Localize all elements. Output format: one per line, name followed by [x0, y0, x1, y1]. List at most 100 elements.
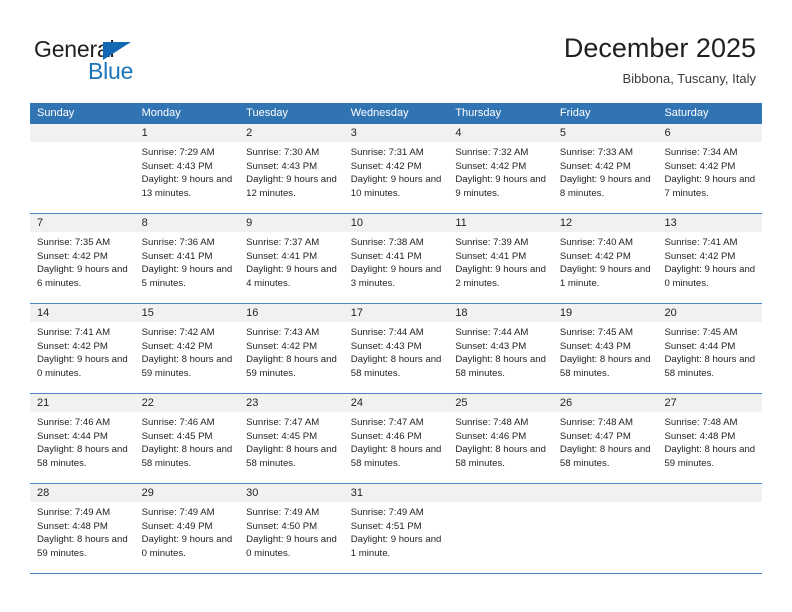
day-info: Sunrise: 7:48 AM Sunset: 4:46 PM Daylight:… [448, 412, 553, 470]
daylight-text: Daylight: 9 hours and 13 minutes. [141, 174, 233, 199]
day-info: Sunrise: 7:32 AM Sunset: 4:42 PM Daylight:… [448, 142, 553, 200]
day-cell[interactable]: 12 Sunrise: 7:40 AM Sunset: 4:42 PM Dayligh… [552, 214, 658, 303]
day-number: 4 [448, 124, 553, 142]
day-info: Sunrise: 7:47 AM Sunset: 4:45 PM Daylight:… [239, 412, 344, 470]
daylight-text: Daylight: 9 hours and 0 minutes. [246, 534, 337, 559]
day-number [448, 484, 553, 502]
sunrise-text: Sunrise: 7:43 AM [246, 327, 320, 338]
day-cell[interactable]: 13 Sunrise: 7:41 AM Sunset: 4:42 PM Dayligh… [657, 214, 763, 303]
page-header: General Blue December 2025 Bibbona, Tusc… [0, 0, 792, 100]
day-cell[interactable]: 15 Sunrise: 7:42 AM Sunset: 4:42 PM Dayligh… [134, 304, 240, 393]
daylight-text: Daylight: 9 hours and 5 minutes. [141, 264, 233, 289]
day-cell[interactable]: 22 Sunrise: 7:46 AM Sunset: 4:45 PM Dayligh… [134, 394, 240, 483]
sunrise-text: Sunrise: 7:36 AM [141, 237, 215, 248]
day-cell[interactable]: 29 Sunrise: 7:49 AM Sunset: 4:49 PM Dayligh… [134, 484, 240, 573]
daylight-text: Daylight: 8 hours and 59 minutes. [37, 534, 128, 559]
day-cell[interactable]: 28 Sunrise: 7:49 AM Sunset: 4:48 PM Dayligh… [30, 484, 135, 573]
daylight-text: Daylight: 9 hours and 0 minutes. [37, 354, 128, 379]
day-cell[interactable]: 5 Sunrise: 7:33 AM Sunset: 4:42 PM Daylight… [552, 124, 658, 213]
day-cell[interactable]: 9 Sunrise: 7:37 AM Sunset: 4:41 PM Daylight… [239, 214, 344, 303]
daylight-text: Daylight: 9 hours and 2 minutes. [455, 264, 546, 289]
weekday-header-saturday: Saturday [664, 107, 709, 119]
general-blue-logo[interactable]: General Blue [34, 36, 264, 90]
day-info: Sunrise: 7:49 AM Sunset: 4:49 PM Daylight:… [135, 502, 240, 560]
day-cell[interactable]: 26 Sunrise: 7:48 AM Sunset: 4:47 PM Dayligh… [552, 394, 658, 483]
day-info: Sunrise: 7:39 AM Sunset: 4:41 PM Daylight:… [448, 232, 553, 290]
day-cell[interactable]: 17 Sunrise: 7:44 AM Sunset: 4:43 PM Dayligh… [343, 304, 449, 393]
title-block: December 2025 Bibbona, Tuscany, Italy [564, 32, 756, 87]
day-cell[interactable]: 8 Sunrise: 7:36 AM Sunset: 4:41 PM Daylight… [134, 214, 240, 303]
day-cell[interactable]: 30 Sunrise: 7:49 AM Sunset: 4:50 PM Dayligh… [239, 484, 344, 573]
sunrise-text: Sunrise: 7:46 AM [141, 417, 215, 428]
weekday-header-tuesday: Tuesday [246, 107, 288, 119]
day-number: 1 [134, 124, 240, 142]
day-cell[interactable]: 24 Sunrise: 7:47 AM Sunset: 4:46 PM Dayligh… [343, 394, 449, 483]
day-info: Sunrise: 7:45 AM Sunset: 4:43 PM Daylight:… [553, 322, 658, 380]
sunset-text: Sunset: 4:51 PM [350, 520, 422, 532]
day-info: Sunrise: 7:33 AM Sunset: 4:42 PM Daylight:… [553, 142, 658, 200]
day-number: 19 [552, 304, 658, 322]
day-info: Sunrise: 7:44 AM Sunset: 4:43 PM Daylight:… [448, 322, 553, 380]
daylight-text: Daylight: 9 hours and 1 minute. [559, 264, 651, 289]
day-cell[interactable]: 16 Sunrise: 7:43 AM Sunset: 4:42 PM Dayligh… [239, 304, 344, 393]
sunrise-text: Sunrise: 7:29 AM [141, 147, 215, 158]
page-subtitle: Bibbona, Tuscany, Italy [622, 71, 756, 86]
daylight-text: Daylight: 9 hours and 6 minutes. [37, 264, 128, 289]
calendar-page: General Blue December 2025 Bibbona, Tusc… [0, 0, 792, 612]
day-number: 6 [657, 124, 763, 142]
day-number: 7 [30, 214, 135, 232]
sunrise-text: Sunrise: 7:38 AM [350, 237, 424, 248]
day-cell[interactable]: 3 Sunrise: 7:31 AM Sunset: 4:42 PM Daylight… [343, 124, 449, 213]
day-cell[interactable]: 31 Sunrise: 7:49 AM Sunset: 4:51 PM Dayligh… [343, 484, 449, 573]
logo-text-blue: Blue [88, 58, 134, 84]
sunset-text: Sunset: 4:42 PM [559, 250, 631, 262]
day-cell[interactable]: 23 Sunrise: 7:47 AM Sunset: 4:45 PM Dayligh… [239, 394, 344, 483]
sunset-text: Sunset: 4:46 PM [350, 430, 422, 442]
day-number: 12 [552, 214, 658, 232]
day-cell[interactable]: 19 Sunrise: 7:45 AM Sunset: 4:43 PM Dayligh… [552, 304, 658, 393]
sunset-text: Sunset: 4:42 PM [37, 340, 108, 352]
day-cell[interactable]: 2 Sunrise: 7:30 AM Sunset: 4:43 PM Daylight… [239, 124, 344, 213]
day-cell[interactable]: 20 Sunrise: 7:45 AM Sunset: 4:44 PM Dayligh… [657, 304, 763, 393]
day-cell[interactable]: 11 Sunrise: 7:39 AM Sunset: 4:41 PM Dayligh… [448, 214, 553, 303]
daylight-text: Daylight: 9 hours and 12 minutes. [246, 174, 337, 199]
day-info: Sunrise: 7:37 AM Sunset: 4:41 PM Daylight:… [239, 232, 344, 290]
day-number: 3 [343, 124, 449, 142]
day-cell[interactable]: 1 Sunrise: 7:29 AM Sunset: 4:43 PM Daylight… [134, 124, 240, 213]
day-cell[interactable]: 27 Sunrise: 7:48 AM Sunset: 4:48 PM Dayligh… [657, 394, 763, 483]
day-cell[interactable]: 18 Sunrise: 7:44 AM Sunset: 4:43 PM Dayligh… [448, 304, 553, 393]
daylight-text: Daylight: 8 hours and 58 minutes. [350, 354, 442, 379]
day-cell[interactable]: 10 Sunrise: 7:38 AM Sunset: 4:41 PM Dayligh… [343, 214, 449, 303]
sunrise-text: Sunrise: 7:48 AM [455, 417, 529, 428]
daylight-text: Daylight: 9 hours and 3 minutes. [350, 264, 442, 289]
sunset-text: Sunset: 4:44 PM [37, 430, 108, 442]
sunrise-text: Sunrise: 7:40 AM [559, 237, 633, 248]
sunset-text: Sunset: 4:42 PM [246, 340, 318, 352]
sunset-text: Sunset: 4:43 PM [350, 340, 422, 352]
day-cell[interactable]: 6 Sunrise: 7:34 AM Sunset: 4:42 PM Daylight… [657, 124, 763, 213]
day-cell[interactable]: 21 Sunrise: 7:46 AM Sunset: 4:44 PM Dayligh… [30, 394, 135, 483]
page-title: December 2025 [563, 33, 756, 63]
day-info: Sunrise: 7:42 AM Sunset: 4:42 PM Daylight:… [135, 322, 240, 380]
day-cell[interactable]: 14 Sunrise: 7:41 AM Sunset: 4:42 PM Dayligh… [30, 304, 135, 393]
day-number: 15 [134, 304, 240, 322]
sunrise-text: Sunrise: 7:30 AM [246, 147, 320, 158]
day-info: Sunrise: 7:38 AM Sunset: 4:41 PM Daylight:… [344, 232, 449, 290]
day-info: Sunrise: 7:46 AM Sunset: 4:45 PM Daylight:… [135, 412, 240, 470]
sunset-text: Sunset: 4:41 PM [141, 250, 213, 262]
day-cell[interactable]: 7 Sunrise: 7:35 AM Sunset: 4:42 PM Daylight… [30, 214, 135, 303]
day-info: Sunrise: 7:36 AM Sunset: 4:41 PM Daylight:… [135, 232, 240, 290]
day-info: Sunrise: 7:48 AM Sunset: 4:47 PM Daylight:… [553, 412, 658, 470]
day-info: Sunrise: 7:46 AM Sunset: 4:44 PM Daylight:… [30, 412, 135, 470]
sunrise-text: Sunrise: 7:49 AM [246, 507, 320, 518]
sunrise-text: Sunrise: 7:46 AM [37, 417, 111, 428]
day-cell[interactable]: 25 Sunrise: 7:48 AM Sunset: 4:46 PM Dayligh… [448, 394, 553, 483]
day-cell[interactable]: 4 Sunrise: 7:32 AM Sunset: 4:42 PM Daylight… [448, 124, 553, 213]
day-number [552, 484, 658, 502]
sunset-text: Sunset: 4:46 PM [455, 430, 527, 442]
sunrise-text: Sunrise: 7:45 AM [559, 327, 633, 338]
day-number: 31 [343, 484, 449, 502]
sunrise-text: Sunrise: 7:34 AM [664, 147, 738, 158]
sunset-text: Sunset: 4:42 PM [664, 160, 736, 172]
day-info: Sunrise: 7:35 AM Sunset: 4:42 PM Daylight:… [30, 232, 135, 290]
